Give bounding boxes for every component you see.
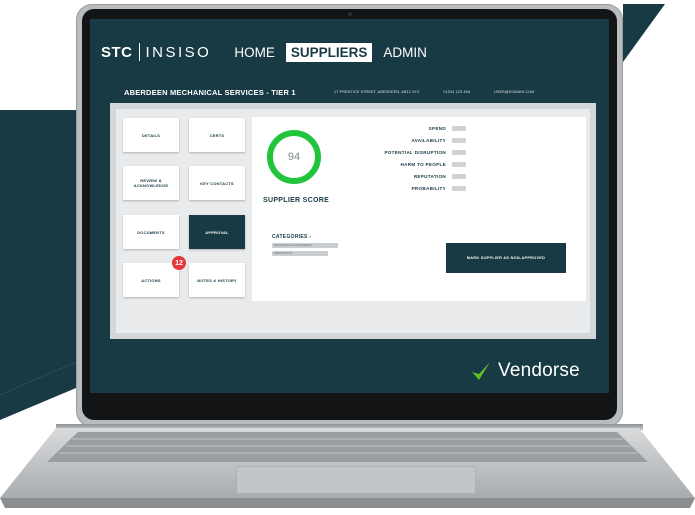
nav-suppliers[interactable]: SUPPLIERS (285, 42, 373, 62)
category-chip[interactable]: FABRICATION (272, 251, 328, 256)
score-card: 94 SUPPLIER SCORE SPEND AVAILABILITY POT… (252, 117, 586, 301)
metric-probability: PROBABILITY (411, 186, 446, 191)
supplier-phone: 01224 123 456 (443, 90, 471, 94)
actions-count-badge: 12 (172, 256, 186, 270)
supplier-panel: ABERDEEN MECHANICAL SERVICES - TIER 1 17… (110, 81, 596, 339)
nav-home[interactable]: HOME (229, 43, 280, 62)
brand-divider (138, 43, 140, 61)
supplier-address: 17 PRENTICE STREET, ABERDEEN, AB12 3YX (334, 90, 420, 94)
mark-non-approved-button[interactable]: MARK SUPPLIER AS NON-APPROVED (446, 243, 566, 273)
brand-logo-secondary: INSISO (145, 43, 212, 61)
metric-harm-to-people-select[interactable] (452, 162, 466, 167)
tile-key-contacts[interactable]: KEY CONTACTS (189, 166, 245, 200)
tile-documents[interactable]: DOCUMENTS (123, 215, 179, 249)
metric-availability-select[interactable] (452, 138, 466, 143)
metric-spend-select[interactable] (452, 126, 466, 131)
metric-harm-to-people: HARM TO PEOPLE (400, 162, 446, 167)
tile-review-acknowledge[interactable]: REVIEW & ACKNOWLEDGE (123, 166, 179, 200)
supplier-email: USER@DOMAIN.COM (494, 90, 535, 94)
brand-logo-primary: STC (101, 43, 133, 61)
score-value: 94 (287, 151, 301, 163)
category-chip[interactable]: MECHANICAL ENGINEERING (272, 243, 338, 248)
metric-potential-disruption: POTENTIAL DISRUPTION (384, 150, 446, 155)
metric-potential-disruption-select[interactable] (452, 150, 466, 155)
tile-details[interactable]: DETAILS (123, 118, 179, 152)
top-nav: STC INSISO HOME SUPPLIERS ADMIN (101, 41, 438, 63)
metric-reputation-select[interactable] (452, 174, 466, 179)
categories-label: CATEGORIES - (272, 234, 312, 240)
supplier-header: ABERDEEN MECHANICAL SERVICES - TIER 1 17… (110, 81, 596, 103)
metric-availability: AVAILABILITY (411, 138, 446, 143)
nav-admin[interactable]: ADMIN (378, 43, 432, 62)
tile-notes-history[interactable]: NOTES & HISTORY (189, 263, 245, 297)
vendorse-wordmark: Vendorse (498, 360, 580, 381)
metric-spend: SPEND (428, 126, 446, 131)
tile-certs[interactable]: CERTS (189, 118, 245, 152)
tile-actions[interactable]: ACTIONS (123, 263, 179, 297)
score-label: SUPPLIER SCORE (263, 197, 330, 204)
laptop-screen: STC INSISO HOME SUPPLIERS ADMIN ABERDEEN… (90, 19, 609, 393)
webcam (348, 12, 352, 16)
metric-reputation: REPUTATION (413, 174, 446, 179)
trackpad (236, 466, 476, 494)
vendorse-logo: Vendorse (470, 360, 580, 382)
tile-approval[interactable]: APPROVAL (189, 215, 245, 249)
supplier-title: ABERDEEN MECHANICAL SERVICES - TIER 1 (124, 87, 296, 97)
checkmark-icon (472, 362, 490, 380)
metric-probability-select[interactable] (452, 186, 466, 191)
supplier-body: DETAILS CERTS REVIEW & ACKNOWLEDGE KEY C… (116, 109, 590, 333)
